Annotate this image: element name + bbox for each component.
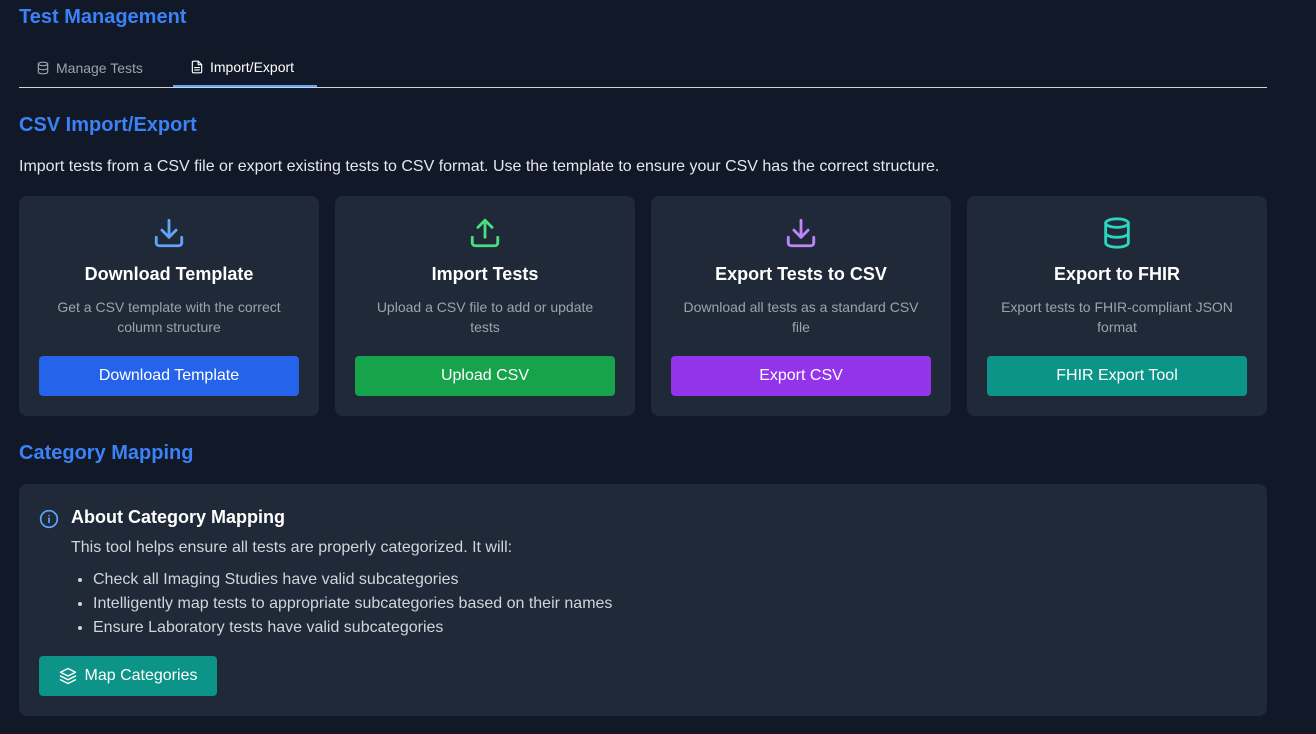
panel-description: This tool helps ensure all tests are pro… <box>71 539 513 556</box>
upload-csv-button[interactable]: Upload CSV <box>355 356 615 396</box>
download-icon <box>786 218 816 248</box>
export-csv-button[interactable]: Export CSV <box>671 356 931 396</box>
category-section-title: Category Mapping <box>19 442 194 464</box>
card-import-tests: Import Tests Upload a CSV file to add or… <box>335 196 635 416</box>
layers-icon <box>59 667 76 685</box>
card-export-fhir: Export to FHIR Export tests to FHIR-comp… <box>967 196 1267 416</box>
card-export-csv: Export Tests to CSV Download all tests a… <box>651 196 951 416</box>
card-title: Import Tests <box>431 264 539 284</box>
database-icon <box>37 61 49 74</box>
page-title: Test Management <box>19 6 187 28</box>
upload-icon <box>470 218 500 248</box>
card-title: Download Template <box>84 264 254 284</box>
card-download-template: Download Template Get a CSV template wit… <box>19 196 319 416</box>
map-categories-label: Map Categories <box>84 667 198 684</box>
fhir-export-tool-button[interactable]: FHIR Export Tool <box>987 356 1247 396</box>
page: Test Management Manage Tests Import/Expo… <box>0 0 1316 734</box>
list-item: Check all Imaging Studies have valid sub… <box>93 568 612 592</box>
csv-intro-text: Import tests from a CSV file or export e… <box>19 158 940 175</box>
list-item: Ensure Laboratory tests have valid subca… <box>93 616 612 640</box>
tab-manage-tests[interactable]: Manage Tests <box>19 48 173 87</box>
card-title: Export Tests to CSV <box>715 264 887 284</box>
card-title: Export to FHIR <box>1054 264 1180 284</box>
card-description: Export tests to FHIR-compliant JSON form… <box>1001 299 1233 335</box>
tab-import-export[interactable]: Import/Export <box>173 48 317 87</box>
card-description: Download all tests as a standard CSV fil… <box>683 299 919 335</box>
csv-cards: Download Template Get a CSV template wit… <box>19 196 1267 416</box>
tab-label: Manage Tests <box>56 59 143 76</box>
card-description: Get a CSV template with the correct colu… <box>57 299 281 335</box>
download-icon <box>154 218 184 248</box>
database-icon <box>1104 217 1130 249</box>
file-text-icon <box>191 60 203 73</box>
tab-label: Import/Export <box>210 58 295 75</box>
download-template-button[interactable]: Download Template <box>39 356 299 396</box>
list-item: Intelligently map tests to appropriate s… <box>93 592 612 616</box>
panel-title: About Category Mapping <box>71 507 285 527</box>
tab-bar: Manage Tests Import/Export <box>19 48 1267 88</box>
csv-section-title: CSV Import/Export <box>19 114 197 136</box>
category-mapping-panel: About Category Mapping This tool helps e… <box>19 484 1267 716</box>
map-categories-button[interactable]: Map Categories <box>39 656 217 696</box>
info-icon <box>39 509 59 529</box>
card-description: Upload a CSV file to add or update tests <box>376 299 594 335</box>
panel-feature-list: Check all Imaging Studies have valid sub… <box>71 568 612 640</box>
